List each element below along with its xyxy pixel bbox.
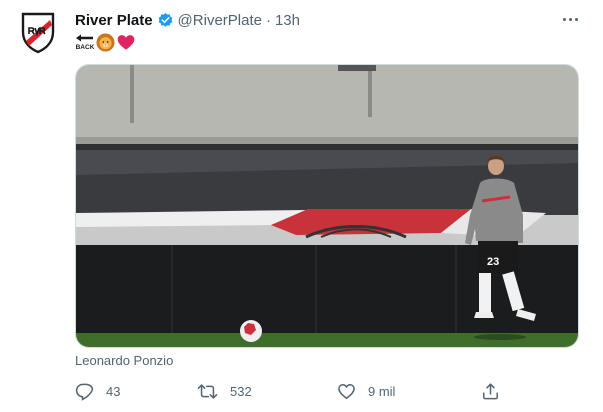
avatar[interactable] bbox=[19, 12, 57, 54]
tweet-actions: 43 532 9 mil bbox=[75, 380, 505, 402]
tweet-header: River Plate @RiverPlate · 13h bbox=[75, 9, 300, 31]
retweet-count: 532 bbox=[230, 383, 252, 399]
reply-count: 43 bbox=[106, 383, 121, 399]
back-arrow-emoji-icon: BACK bbox=[76, 34, 95, 51]
verified-badge-icon bbox=[158, 12, 172, 27]
back-emoji-label: BACK bbox=[76, 44, 95, 51]
tweet-media-photo[interactable]: 23 bbox=[75, 64, 579, 348]
share-icon bbox=[483, 382, 498, 399]
like-button[interactable]: 9 mil bbox=[337, 380, 395, 402]
tweet-text: BACK bbox=[75, 31, 135, 53]
photo-illustration: 23 bbox=[76, 65, 578, 347]
reply-button[interactable]: 43 bbox=[75, 380, 120, 402]
player-number: 23 bbox=[487, 256, 499, 268]
river-plate-crest-icon bbox=[21, 12, 55, 54]
author-handle[interactable]: @RiverPlate bbox=[178, 12, 262, 29]
like-count: 9 mil bbox=[368, 383, 396, 399]
share-button[interactable] bbox=[481, 380, 500, 402]
more-dot bbox=[568, 17, 572, 21]
tweet-timestamp[interactable]: 13h bbox=[275, 12, 300, 29]
reply-icon bbox=[75, 383, 94, 401]
more-dot bbox=[562, 17, 566, 21]
red-heart-emoji-icon bbox=[117, 34, 135, 50]
tweet[interactable]: River Plate @RiverPlate · 13h BACK 23 Le… bbox=[0, 0, 603, 412]
retweet-icon bbox=[197, 383, 218, 399]
media-caption[interactable]: Leonardo Ponzio bbox=[75, 353, 173, 368]
lion-face-emoji-icon bbox=[96, 32, 115, 52]
more-options-button[interactable] bbox=[560, 9, 580, 29]
heart-icon bbox=[338, 383, 355, 399]
author-name[interactable]: River Plate bbox=[75, 12, 153, 29]
more-dot bbox=[574, 17, 578, 21]
retweet-button[interactable]: 532 bbox=[197, 380, 252, 402]
separator-dot: · bbox=[265, 11, 271, 29]
